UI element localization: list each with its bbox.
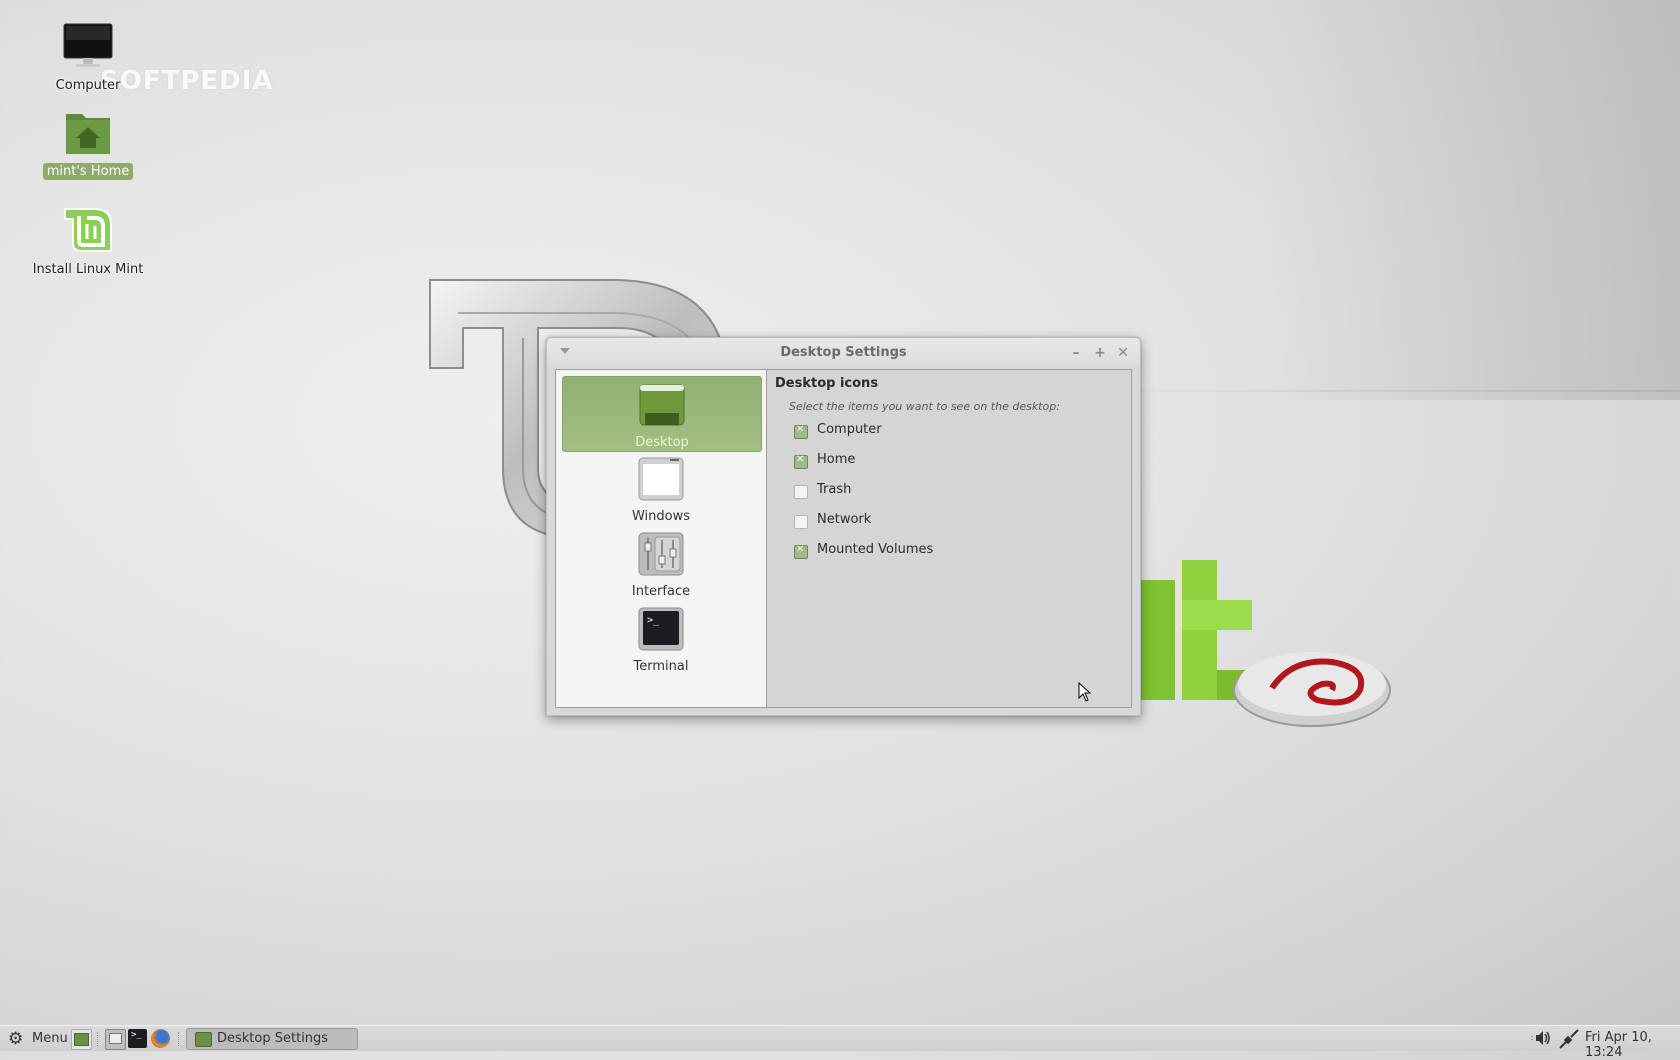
volume-icon[interactable] (1530, 1029, 1552, 1047)
sidebar-item-label: Windows (631, 509, 691, 524)
checkbox-home[interactable] (794, 454, 808, 469)
checkbox-label: Home (817, 452, 856, 467)
taskbar-panel: ⚙ Menu >_ Desktop Settings Fri Apr 10, 1… (0, 1025, 1680, 1060)
desktop-icon-label: mint's Home (42, 163, 134, 180)
task-desktop-settings[interactable]: Desktop Settings (186, 1028, 358, 1050)
desktop-settings-task-icon (195, 1032, 212, 1047)
debian-disc-logo (1233, 652, 1391, 727)
checkbox-label: Network (817, 512, 872, 527)
terminal-icon: >_ (131, 1030, 142, 1040)
maximize-button[interactable]: + (1091, 344, 1109, 362)
sidebar-item-desktop[interactable]: Desktop (562, 376, 762, 452)
panel-separator (97, 1032, 100, 1046)
checkbox-mounted-volumes[interactable] (794, 544, 808, 559)
firefox-launcher[interactable] (151, 1029, 170, 1048)
sidebar-item-windows[interactable]: Windows (562, 451, 760, 525)
sidebar-item-interface[interactable]: Interface (562, 526, 760, 600)
network-wired-icon[interactable] (1558, 1028, 1580, 1050)
show-desktop-launcher[interactable] (71, 1029, 92, 1050)
task-label: Desktop Settings (217, 1031, 329, 1046)
desktop-icon (639, 384, 685, 426)
sidebar-item-terminal[interactable]: >_ Terminal (562, 601, 760, 675)
sidebar-item-label: Terminal (633, 659, 689, 674)
settings-content-pane: Desktop icons Select the items you want … (766, 369, 1132, 708)
home-folder-icon (66, 114, 110, 154)
checkbox-computer[interactable] (794, 424, 808, 439)
terminal-icon: >_ (638, 607, 684, 651)
file-manager-icon (109, 1033, 122, 1044)
checkbox-label: Mounted Volumes (817, 542, 934, 557)
wallpaper-shade (1260, 0, 1680, 400)
menu-label: Menu (32, 1031, 68, 1046)
checkbox-label: Computer (817, 422, 882, 437)
window-titlebar[interactable]: Desktop Settings – + ✕ (547, 338, 1140, 368)
terminal-launcher[interactable]: >_ (128, 1029, 147, 1048)
desktop-icon-install-linux-mint[interactable]: Install Linux Mint (18, 206, 158, 278)
interface-sliders-icon (638, 532, 684, 576)
desktop-icon-label: Computer (55, 78, 121, 93)
monitor-icon (63, 23, 113, 67)
desktop-settings-window: Desktop Settings – + ✕ Desktop Windows I… (546, 337, 1141, 716)
minimize-button[interactable]: – (1067, 344, 1085, 362)
close-button[interactable]: ✕ (1114, 344, 1132, 362)
file-manager-launcher[interactable] (105, 1029, 126, 1050)
gear-icon: ⚙ (8, 1029, 24, 1049)
panel-separator (178, 1032, 181, 1046)
checkbox-network[interactable] (794, 515, 808, 529)
desktop-icon-home[interactable]: mint's Home (18, 108, 158, 180)
windows-icon (638, 457, 684, 501)
desktop-icon-computer[interactable]: Computer (18, 22, 158, 94)
settings-sidebar: Desktop Windows Interface >_ Terminal (555, 369, 767, 708)
sidebar-item-label: Desktop (635, 435, 689, 450)
sidebar-item-label: Interface (631, 584, 691, 599)
svg-text:>_: >_ (647, 615, 660, 626)
mouse-cursor-icon (1078, 682, 1092, 702)
desktop-icon-label: Install Linux Mint (32, 262, 144, 277)
window-title: Desktop Settings (780, 345, 907, 360)
checkbox-trash[interactable] (794, 485, 808, 499)
section-heading: Desktop icons (775, 376, 879, 391)
linux-mint-logo-icon (64, 208, 112, 252)
clock[interactable]: Fri Apr 10, 13:24 (1585, 1030, 1680, 1060)
show-desktop-icon (74, 1033, 89, 1046)
checkbox-label: Trash (817, 482, 852, 497)
section-hint: Select the items you want to see on the … (789, 400, 1060, 413)
